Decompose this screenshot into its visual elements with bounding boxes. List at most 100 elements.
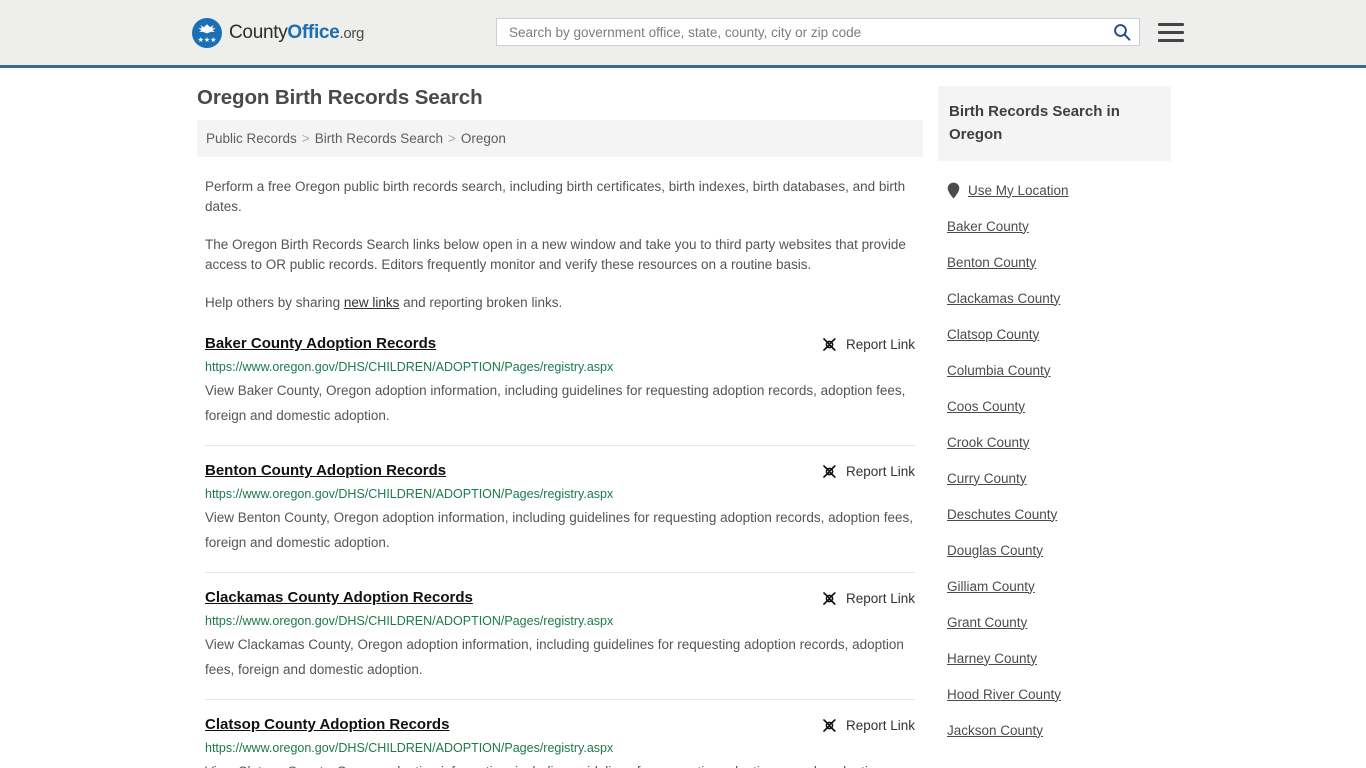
breadcrumb-separator-1: > — [301, 131, 310, 146]
search-box[interactable] — [496, 18, 1140, 46]
eagle-glyph — [198, 23, 216, 33]
result-title-link[interactable]: Clackamas County Adoption Records — [205, 589, 473, 606]
logo-text-county: County — [229, 21, 288, 43]
result-url[interactable]: https://www.oregon.gov/DHS/CHILDREN/ADOP… — [205, 487, 915, 501]
intro-text-before-link: Help others by sharing — [205, 295, 344, 310]
sidebar-county-link[interactable]: Grant County — [947, 615, 1027, 630]
map-pin-icon — [947, 182, 960, 199]
hamburger-bar-2 — [1158, 30, 1184, 34]
breadcrumb: Public Records > Birth Records Search > Oreg… — [197, 120, 923, 157]
report-link-button[interactable]: Report Link — [821, 716, 915, 734]
sidebar-item-county[interactable]: Douglas County — [947, 532, 1171, 568]
result-description: View Benton County, Oregon adoption info… — [205, 510, 913, 550]
sidebar-item-use-my-location[interactable]: Use My Location — [947, 172, 1171, 208]
sidebar-county-link[interactable]: Benton County — [947, 255, 1036, 270]
report-link-label: Report Link — [845, 464, 915, 479]
result-item: Baker County Adoption Records Report Lin… — [205, 335, 915, 446]
main-column: Oregon Birth Records Search Public Recor… — [197, 86, 923, 768]
site-header: ★★★ CountyOffice.org — [0, 0, 1366, 68]
sidebar-county-link[interactable]: Clackamas County — [947, 291, 1060, 306]
sidebar-use-my-location-label[interactable]: Use My Location — [968, 183, 1069, 198]
breadcrumb-separator-2: > — [448, 131, 456, 146]
eagle-shield-icon: ★★★ — [192, 17, 222, 48]
sidebar-county-link[interactable]: Curry County — [947, 471, 1027, 486]
result-description: View Clatsop County, Oregon adoption inf… — [205, 759, 915, 768]
sidebar-item-county[interactable]: Harney County — [947, 640, 1171, 676]
result-title-link[interactable]: Baker County Adoption Records — [205, 335, 436, 352]
sidebar-county-link[interactable]: Hood River County — [947, 687, 1061, 702]
result-item: Clatsop County Adoption Records Report L… — [205, 716, 915, 768]
sidebar-item-county[interactable]: Baker County — [947, 208, 1171, 244]
sidebar-item-county[interactable]: Crook County — [947, 424, 1171, 460]
site-logo[interactable]: ★★★ CountyOffice.org — [192, 17, 364, 48]
sidebar-county-link[interactable]: Gilliam County — [947, 579, 1035, 594]
sidebar-item-county[interactable]: Deschutes County — [947, 496, 1171, 532]
header-search-area — [496, 18, 1184, 46]
broken-link-icon — [823, 338, 836, 351]
sidebar-county-link[interactable]: Jackson County — [947, 723, 1043, 738]
result-url[interactable]: https://www.oregon.gov/DHS/CHILDREN/ADOP… — [205, 614, 915, 628]
sidebar-item-county[interactable]: Benton County — [947, 244, 1171, 280]
sidebar: Birth Records Search in Oregon Use My Lo… — [938, 86, 1171, 748]
sidebar-item-county[interactable]: Jackson County — [947, 712, 1171, 748]
logo-text-org: .org — [339, 24, 365, 42]
breadcrumb-item-oregon[interactable]: Oregon — [461, 131, 506, 146]
intro-paragraph-1: Perform a free Oregon public birth recor… — [205, 179, 906, 214]
hamburger-bar-3 — [1158, 38, 1184, 42]
intro-text-after-link: and reporting broken links. — [399, 295, 563, 310]
result-header: Clackamas County Adoption Records Report… — [205, 589, 915, 607]
sidebar-item-county[interactable]: Grant County — [947, 604, 1171, 640]
result-item: Clackamas County Adoption Records Report… — [205, 589, 915, 700]
report-link-button[interactable]: Report Link — [821, 589, 915, 607]
sidebar-item-county[interactable]: Curry County — [947, 460, 1171, 496]
results-list: Baker County Adoption Records Report Lin… — [197, 335, 923, 768]
sidebar-county-link[interactable]: Harney County — [947, 651, 1037, 666]
report-link-label: Report Link — [845, 718, 915, 733]
sidebar-county-link[interactable]: Coos County — [947, 399, 1025, 414]
result-header: Benton County Adoption Records Report Li… — [205, 462, 915, 480]
logo-stars: ★★★ — [197, 36, 217, 44]
broken-link-icon — [823, 465, 836, 478]
result-item: Benton County Adoption Records Report Li… — [205, 462, 915, 573]
sidebar-item-county[interactable]: Coos County — [947, 388, 1171, 424]
result-url[interactable]: https://www.oregon.gov/DHS/CHILDREN/ADOP… — [205, 741, 915, 755]
breadcrumb-item-public-records[interactable]: Public Records — [206, 131, 297, 146]
sidebar-item-county[interactable]: Clackamas County — [947, 280, 1171, 316]
broken-link-icon — [823, 592, 836, 605]
sidebar-item-county[interactable]: Hood River County — [947, 676, 1171, 712]
result-url[interactable]: https://www.oregon.gov/DHS/CHILDREN/ADOP… — [205, 360, 915, 374]
report-link-label: Report Link — [845, 337, 915, 352]
sidebar-item-county[interactable]: Clatsop County — [947, 316, 1171, 352]
intro-paragraph-2: The Oregon Birth Records Search links be… — [205, 237, 906, 272]
logo-wordmark: CountyOffice.org — [229, 22, 364, 44]
breadcrumb-item-birth-records-search[interactable]: Birth Records Search — [315, 131, 443, 146]
sidebar-county-link[interactable]: Columbia County — [947, 363, 1051, 378]
report-link-button[interactable]: Report Link — [821, 335, 915, 353]
sidebar-item-county[interactable]: Columbia County — [947, 352, 1171, 388]
sidebar-county-link[interactable]: Clatsop County — [947, 327, 1039, 342]
search-icon[interactable] — [1113, 23, 1131, 41]
hamburger-menu-icon[interactable] — [1158, 22, 1184, 42]
search-input[interactable] — [507, 23, 1113, 41]
result-header: Clatsop County Adoption Records Report L… — [205, 716, 915, 734]
page-body: Oregon Birth Records Search Public Recor… — [0, 68, 1366, 768]
result-description: View Baker County, Oregon adoption infor… — [205, 383, 906, 423]
result-title-link[interactable]: Benton County Adoption Records — [205, 462, 446, 479]
sidebar-item-county[interactable]: Gilliam County — [947, 568, 1171, 604]
sidebar-county-link[interactable]: Crook County — [947, 435, 1030, 450]
report-link-button[interactable]: Report Link — [821, 462, 915, 480]
page-title: Oregon Birth Records Search — [197, 86, 483, 109]
intro-block: Perform a free Oregon public birth recor… — [197, 177, 923, 313]
sidebar-county-link[interactable]: Douglas County — [947, 543, 1043, 558]
sidebar-heading: Birth Records Search in Oregon — [938, 86, 1171, 161]
broken-link-icon — [823, 719, 836, 732]
sidebar-county-list: Use My Location Baker County Benton Coun… — [938, 172, 1171, 748]
sidebar-county-link[interactable]: Baker County — [947, 219, 1029, 234]
hamburger-bar-1 — [1158, 22, 1184, 26]
sidebar-county-link[interactable]: Deschutes County — [947, 507, 1057, 522]
new-links-link[interactable]: new links — [344, 295, 400, 310]
result-title-link[interactable]: Clatsop County Adoption Records — [205, 716, 449, 733]
result-header: Baker County Adoption Records Report Lin… — [205, 335, 915, 353]
intro-paragraph-3: Help others by sharing new links and rep… — [205, 293, 915, 313]
logo-text-office: Office — [287, 21, 340, 43]
